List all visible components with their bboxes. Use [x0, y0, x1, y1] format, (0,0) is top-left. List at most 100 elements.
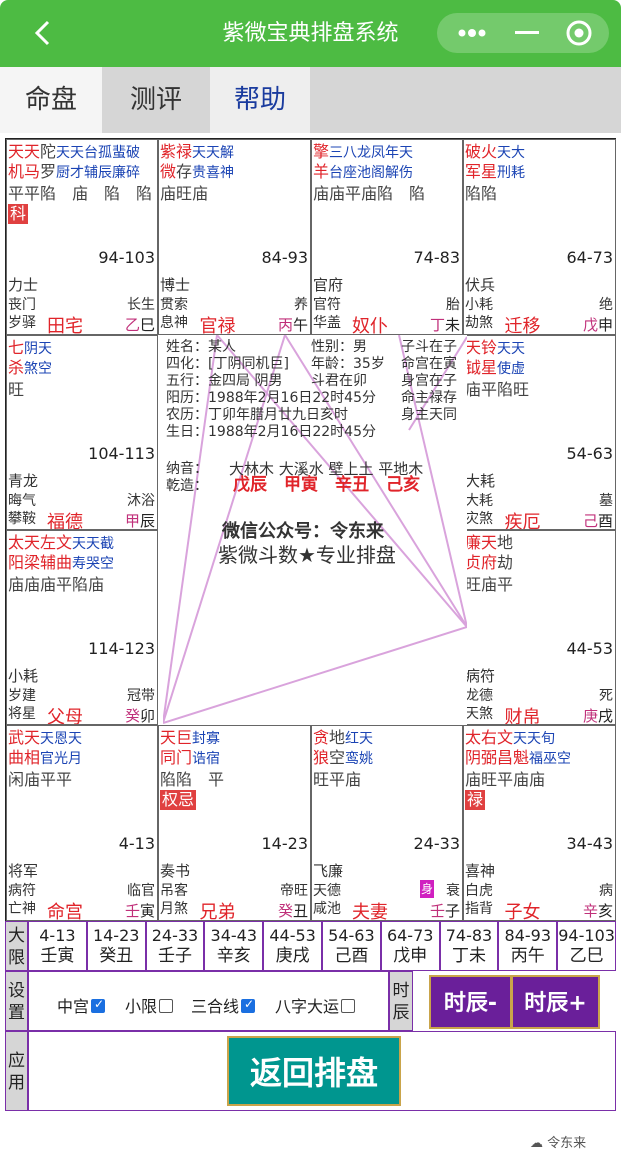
- star-text: 灾煞: [465, 511, 493, 527]
- daxian-item[interactable]: 24-33 壬子: [145, 921, 205, 971]
- daxian-range: 34-43: [210, 926, 258, 945]
- daxian-item[interactable]: 44-53 庚戌: [263, 921, 322, 971]
- major-star: 羊: [313, 162, 330, 181]
- daxian-range: 64-73: [386, 926, 434, 945]
- settings-label: 设置: [5, 971, 28, 1031]
- minor-star: 红天: [345, 731, 374, 747]
- stem-zhi: 午: [292, 316, 308, 334]
- option-bazi[interactable]: 八字大运: [275, 993, 356, 1017]
- shichen-minus-button[interactable]: 时辰-: [429, 975, 512, 1029]
- growth-text: 绝: [599, 297, 613, 313]
- daxian-stem: 己酉: [334, 946, 369, 966]
- more-dots-icon[interactable]: [449, 13, 495, 53]
- god-text: 博士: [160, 276, 191, 294]
- stem-text: 甲辰: [125, 510, 155, 530]
- daxian-item[interactable]: 54-63 己酉: [322, 921, 381, 971]
- daxian-item[interactable]: 4-13 壬寅: [28, 921, 87, 971]
- star-line: 钺星使虚: [465, 358, 525, 379]
- major-star: 天巨: [160, 728, 193, 747]
- star-line: 羊台座池阁解伤: [313, 162, 413, 183]
- palace-cell[interactable]: 武天天恩天 曲相官光月 闲庙平平 4-13 将军 病符 临官 亡神 命宫 壬寅: [6, 725, 158, 921]
- checkbox[interactable]: [341, 999, 356, 1013]
- checkbox[interactable]: [159, 999, 174, 1013]
- major-star: 钺星: [465, 358, 498, 377]
- growth-text: 胎: [446, 297, 460, 313]
- palace-cell[interactable]: 贪地红天 狼空鸾姚 旺平庙 24-33 飞廉 天德衰咸池 夫妻 壬子身: [311, 725, 463, 921]
- major-star: 狼: [313, 748, 330, 767]
- growth-text: 帝旺: [280, 883, 308, 899]
- stem-gan: 庚: [582, 707, 598, 725]
- palace-cell[interactable]: 太右文天天旬 阴弼昌魁福巫空 庙旺平庙庙禄 34-43 喜神 白虎 病指背 子女 辛亥: [463, 725, 616, 921]
- palace-name: 财帛: [504, 707, 541, 725]
- star-line: 曲相官光月: [8, 748, 82, 769]
- palace-cell[interactable]: 紫禄天天解 微存贵喜神 庙旺庙 84-93 博士 贯索 养息神 官禄 丙午: [158, 139, 311, 335]
- minor-star: 使虚: [497, 361, 526, 377]
- back-to-chart-button[interactable]: 返回排盘: [227, 1036, 401, 1106]
- major-star: 贞府: [465, 553, 498, 572]
- daxian-item[interactable]: 34-43 辛亥: [204, 921, 264, 971]
- brightness-text: 旺平庙: [313, 770, 362, 789]
- daxian-item[interactable]: 84-93 丙午: [498, 921, 558, 971]
- brightness-text: 平平陷 庙 陷 陷: [8, 184, 153, 203]
- slogan-text: 紫微斗数★专业排盘: [218, 543, 396, 567]
- apply-label-text: 应用: [8, 1051, 25, 1093]
- star-line: 太天左文天天截: [8, 533, 114, 554]
- daxian-range: 94-103: [558, 926, 615, 945]
- stem-text: 戊申: [583, 314, 613, 334]
- option-xiaoxian[interactable]: 小限: [125, 993, 174, 1017]
- stem-gan: 丙: [277, 316, 293, 334]
- star-line: 破火天大: [465, 142, 525, 163]
- info-doujun: 斗君在卯: [311, 373, 367, 389]
- checkbox[interactable]: [91, 997, 106, 1013]
- option-zhonggong[interactable]: 中宫: [57, 993, 106, 1017]
- tab-ceping[interactable]: 测评: [102, 67, 210, 133]
- stem-gan: 辛: [582, 902, 598, 920]
- daxian-item[interactable]: 14-23 癸丑: [86, 921, 146, 971]
- palace-cell[interactable]: 天天陀天天台孤蜚破 机马罗厨才辅辰廉碎 平平陷 庙 陷 陷科 94-103 力士 丧门 长生…: [6, 139, 158, 335]
- palace-cell[interactable]: 七阴天 杀煞空旺 104-113 青龙 晦气 沐浴 攀鞍 福德 甲辰: [6, 335, 158, 530]
- major-star: 太右文: [465, 728, 514, 747]
- god-text: 将军: [8, 862, 39, 880]
- tab-mingpan[interactable]: 命盘: [0, 67, 102, 133]
- star-text: 岁驿: [8, 315, 36, 331]
- palace-cell[interactable]: 破火天大 军星刑耗 陷陷 64-73 伏兵 小耗 绝劫煞 迁移 戊申: [463, 139, 616, 335]
- palace-cell[interactable]: 天巨封寡 同门诰宿 陷陷 平权忌 14-23 奏书 吊客 帝旺 月煞 兄弟 癸丑: [158, 725, 311, 921]
- stem-zhi: 未: [444, 316, 460, 334]
- shichen-plus-button[interactable]: 时辰+: [511, 975, 600, 1029]
- god-text: 青龙: [8, 472, 39, 490]
- aux-star: 劫: [497, 553, 514, 572]
- star-line: 阳梁辅曲寿哭空: [8, 553, 114, 574]
- tab-help[interactable]: 帮助: [210, 67, 310, 133]
- star-line: 贪地红天: [313, 728, 373, 749]
- star-text: 华盖: [313, 315, 341, 331]
- daxian-item[interactable]: 74-83 丁未: [439, 921, 499, 971]
- star-text: 月煞: [160, 901, 188, 917]
- palace-cell[interactable]: 廉天地 贞府劫 旺庙平 44-53 病符 龙德 死天煞 财帛 庚戌: [463, 530, 616, 725]
- info-shengong: 身宫在子: [401, 373, 457, 389]
- minor-star: 福巫空: [529, 751, 572, 767]
- minimize-icon[interactable]: [507, 13, 547, 53]
- daxian-item[interactable]: 64-73 戊申: [380, 921, 440, 971]
- palace-cell[interactable]: 太天左文天天截 阳梁辅曲寿哭空 庙庙庙平陷庙 114-123 小耗 岁建 冠带 将星 父母 癸卯: [6, 530, 158, 725]
- stem-zhi: 辰: [139, 512, 155, 530]
- target-icon[interactable]: [559, 13, 599, 53]
- god-text: 力士: [8, 276, 39, 294]
- growth-text: 衰: [446, 883, 460, 899]
- star-text: 亡神: [8, 901, 36, 917]
- stem-text: 己酉: [583, 510, 613, 529]
- minor-star: 天大: [497, 145, 526, 161]
- palace-cell[interactable]: 擎三八龙凤年天 羊台座池阁解伤 庙庙平庙陷 陷 74-83 官府 官符 胎华盖 奴仆 丁未: [311, 139, 463, 335]
- sihua-badge: 禄: [465, 790, 486, 810]
- daxian-label: 大限: [5, 921, 28, 971]
- brightness-text: 旺庙平: [465, 575, 514, 594]
- palace-cell[interactable]: 天铃天天 钺星使虚 庙平陷旺 54-63 大耗 大耗墓灾煞 疾厄 己酉: [463, 335, 616, 530]
- stem-gan: 癸: [277, 902, 293, 920]
- range-text: 94-103: [98, 248, 155, 267]
- daxian-stem: 辛亥: [216, 946, 251, 966]
- major-star: 天铃: [465, 338, 498, 357]
- minor-star: 天天解: [192, 145, 235, 161]
- option-sanhe[interactable]: 三合线: [191, 993, 256, 1017]
- daxian-item[interactable]: 94-103 乙巳: [557, 921, 616, 971]
- range-text: 114-123: [88, 639, 155, 658]
- checkbox[interactable]: [241, 997, 256, 1013]
